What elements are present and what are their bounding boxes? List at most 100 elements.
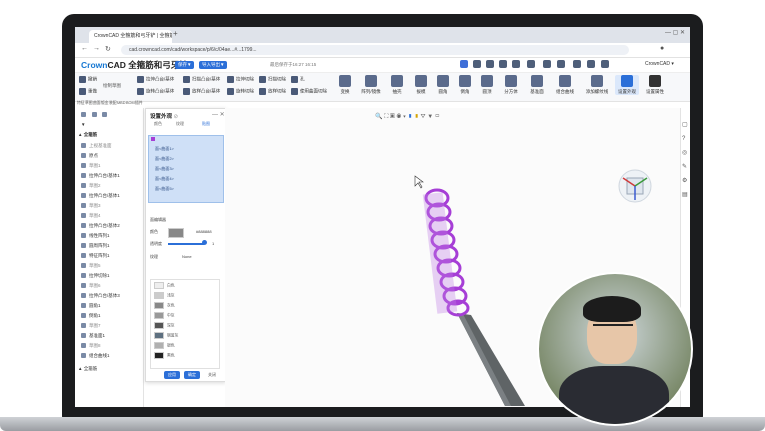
tree-item[interactable]: 倒角1: [81, 313, 101, 319]
filter-icon[interactable]: ▼: [81, 122, 85, 127]
help-icon[interactable]: [527, 60, 535, 68]
tree-item[interactable]: 拉伸凸台/基体1: [81, 173, 120, 179]
opacity-slider[interactable]: [168, 243, 204, 245]
shell-button[interactable]: 抽壳: [385, 75, 409, 95]
list-item[interactable]: 面<曲面1>: [155, 146, 174, 152]
ok-button[interactable]: 确定: [184, 371, 200, 379]
tree-item[interactable]: 拉伸切除1: [81, 273, 110, 279]
mini-tab-mbd[interactable]: MBD: [117, 101, 125, 105]
sweep-cut-button[interactable]: 扫描切除: [259, 76, 286, 83]
palette-item[interactable]: 浅灰: [154, 292, 175, 299]
dome-button[interactable]: 圆顶: [475, 75, 499, 95]
selected-faces-list[interactable]: 面<曲面1> 面<曲面2> 面<曲面3> 面<曲面4> 面<曲面5>: [148, 135, 224, 203]
mini-tab-assembly[interactable]: 装配: [109, 101, 117, 106]
share-icon[interactable]: [499, 60, 507, 68]
tree-item[interactable]: 上视基准面: [81, 143, 112, 149]
tree-item[interactable]: 草图4: [81, 213, 101, 219]
mini-tab-bom[interactable]: BOM: [126, 101, 135, 105]
pattern-mirror-button[interactable]: 阵列/镜像: [359, 75, 383, 95]
tree-item[interactable]: 基准面1: [81, 333, 105, 339]
surface-cut-button[interactable]: 使用曲面切除: [291, 88, 327, 95]
tree-item[interactable]: 草图2: [81, 183, 101, 189]
view-cube[interactable]: [618, 169, 652, 203]
settings-icon[interactable]: [512, 60, 520, 68]
tree-item[interactable]: 拉伸凸台/基体1: [81, 193, 120, 199]
tab-color[interactable]: 颜色: [154, 121, 162, 127]
tree-item[interactable]: 线性阵列1: [81, 233, 110, 239]
palette-item[interactable]: 银色: [154, 342, 175, 349]
browser-tab[interactable]: CrownCAD 全箍筋和弓牙铲 | 全箍筋: [89, 30, 172, 43]
view-toolbar[interactable]: 🔍 ⛶ ▣ ◉ ▾ ▮ ▮ ⛛ ▼ ▭: [375, 113, 440, 121]
mini-tab-sheetmetal[interactable]: 钣金: [101, 101, 109, 106]
user-icon[interactable]: [543, 60, 551, 68]
save-menu-button[interactable]: 保存▼: [175, 61, 195, 69]
user-menu[interactable]: CrownCAD ▾: [645, 61, 674, 67]
forward-icon[interactable]: →: [93, 45, 100, 52]
import-export-button[interactable]: 导入导出▼: [199, 61, 228, 69]
mini-tab-surface[interactable]: 曲面: [93, 101, 101, 106]
window-controls[interactable]: — ▢ ✕: [665, 29, 685, 36]
list-item[interactable]: 面<曲面3>: [155, 166, 174, 172]
back-icon[interactable]: ←: [81, 45, 88, 52]
transform-button[interactable]: 变换: [333, 75, 357, 95]
palette-item[interactable]: 中灰: [154, 312, 175, 319]
grid-icon[interactable]: [573, 60, 581, 68]
fillet-button[interactable]: 圆角: [431, 75, 455, 95]
gear-icon[interactable]: [587, 60, 595, 68]
list-item[interactable]: 面<曲面5>: [155, 186, 174, 192]
chamfer-button[interactable]: 倒角: [453, 75, 477, 95]
color-swatch[interactable]: [168, 228, 184, 238]
palette-item[interactable]: 白色: [154, 282, 175, 289]
selected-thread[interactable]: [422, 188, 470, 317]
tree-item[interactable]: 草图1: [81, 163, 101, 169]
cancel-button[interactable]: 关闭: [204, 371, 220, 379]
tree-toolbar[interactable]: [81, 112, 110, 118]
tree-item[interactable]: 草图8: [81, 343, 101, 349]
loft-cut-button[interactable]: 放样切除: [259, 88, 286, 95]
tree-root[interactable]: ▲ 全箍筋: [78, 132, 97, 138]
command-icon[interactable]: [601, 60, 609, 68]
sweep-boss-button[interactable]: 扫描凸台/基体: [183, 76, 220, 83]
revolve-cut-button[interactable]: 旋转切除: [227, 88, 254, 95]
revolve-boss-button[interactable]: 旋转凸台/基体: [137, 88, 174, 95]
mini-tab-feature[interactable]: 特征: [77, 101, 85, 106]
texture-value[interactable]: None: [182, 254, 192, 259]
set-properties-button[interactable]: 设置属性: [643, 75, 667, 95]
palette-item[interactable]: 钢蓝灰: [154, 332, 178, 339]
palette-item[interactable]: 深灰: [154, 322, 175, 329]
mini-tab-sketch[interactable]: 草图: [85, 101, 93, 106]
mini-tab-plugin[interactable]: 插件: [135, 101, 143, 106]
right-sidebar-icons[interactable]: ▢? ◎ ✎ ⚙ ▤: [682, 118, 688, 202]
sketch-group-label[interactable]: 绘制草图: [103, 83, 121, 89]
draft-button[interactable]: 拔模: [409, 75, 433, 95]
print-icon[interactable]: [473, 60, 481, 68]
tree-item[interactable]: 圆周阵列1: [81, 243, 110, 249]
tree-item[interactable]: 组合曲线1: [81, 353, 110, 359]
tree-item[interactable]: 圆角1: [81, 303, 101, 309]
opacity-slider-handle[interactable]: [202, 240, 207, 245]
tree-item[interactable]: 草图3: [81, 203, 101, 209]
tree-footer[interactable]: ▲ 全箍筋: [78, 366, 97, 372]
tab-decal[interactable]: 贴图: [202, 121, 210, 127]
palette-item[interactable]: 黑色: [154, 352, 175, 359]
extrude-cut-button[interactable]: 拉伸切除: [227, 76, 254, 83]
tree-item[interactable]: 拉伸凸台/基体2: [81, 223, 120, 229]
new-tab-icon[interactable]: +: [173, 29, 178, 38]
list-item[interactable]: 面<曲面4>: [155, 176, 174, 182]
loft-boss-button[interactable]: 放样凸台/基体: [183, 88, 220, 95]
list-item[interactable]: 面<曲面2>: [155, 156, 174, 162]
notification-icon[interactable]: [557, 60, 565, 68]
tree-item[interactable]: 草图5: [81, 263, 101, 269]
apply-button[interactable]: 应用: [164, 371, 180, 379]
message-icon[interactable]: [486, 60, 494, 68]
composite-curve-button[interactable]: 组合曲线: [553, 75, 577, 95]
close-icon[interactable]: — ✕: [212, 111, 225, 118]
search-icon[interactable]: [460, 60, 468, 68]
tree-item[interactable]: 拉伸凸台/基体3: [81, 293, 120, 299]
set-appearance-button[interactable]: 设置外观: [615, 75, 639, 95]
palette-item[interactable]: 灰色: [154, 302, 175, 309]
tree-item[interactable]: 原点: [81, 153, 98, 159]
opacity-value[interactable]: 1: [212, 241, 214, 246]
profile-icon[interactable]: ●: [660, 45, 664, 52]
tree-item[interactable]: 特征阵列1: [81, 253, 110, 259]
